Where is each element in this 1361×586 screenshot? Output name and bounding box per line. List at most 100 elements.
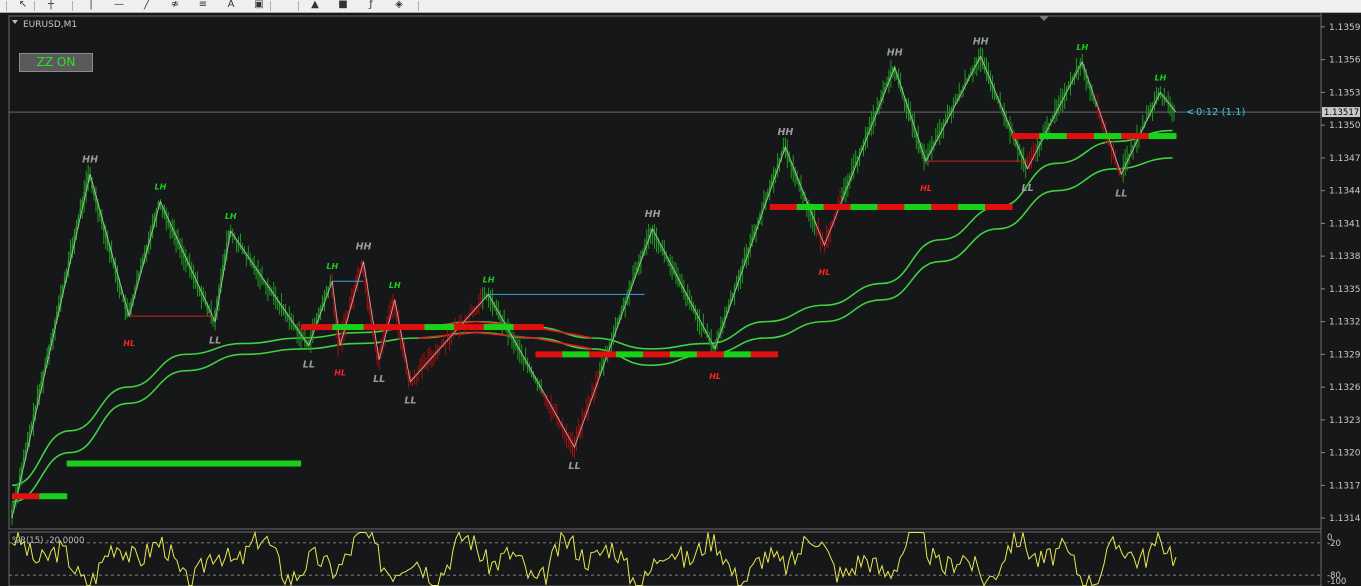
oscillator-label: %R(15) -20.0000: [12, 536, 84, 546]
level-bar-segment: [723, 351, 752, 358]
price-tick-label: 1.13295: [1329, 350, 1361, 360]
toolbar-separator: [6, 1, 7, 11]
swing-label-hh: HH: [356, 242, 372, 253]
swing-label-ll: LL: [1022, 183, 1034, 194]
chart-symbol-label: EURUSD,M1: [23, 20, 77, 30]
level-bar-segment: [424, 324, 455, 331]
level-bar-segment: [513, 324, 544, 331]
countdown-arrow-icon: <: [1186, 107, 1194, 118]
price-tick-label: 1.13475: [1329, 154, 1361, 164]
level-bar-segment: [904, 204, 932, 211]
level-bar-segment: [301, 324, 333, 331]
trendline-icon[interactable]: ╱: [138, 0, 156, 11]
level-bar-segment: [769, 204, 798, 211]
oscillator-tick-label: -20: [1327, 539, 1341, 549]
swing-label-lh: LH: [326, 262, 338, 271]
text-icon[interactable]: A: [222, 0, 240, 11]
level-bar-segment: [931, 204, 959, 211]
rectangle-icon[interactable]: ■: [334, 0, 352, 11]
zz-toggle-button[interactable]: ZZ ON: [19, 53, 93, 72]
toolbar: ↖ ┼ │ — ╱ ≉ ≡ A ▣ ▲ ■ ƒ ◈: [0, 0, 1361, 13]
level-bar-segment: [589, 351, 617, 358]
level-bar: [66, 460, 302, 467]
level-bar-segment: [850, 204, 878, 211]
swing-label-ll: LL: [303, 360, 315, 371]
horizontal-line-icon[interactable]: —: [110, 0, 128, 11]
swing-label-hh: HH: [82, 154, 98, 165]
price-tick-label: 1.13265: [1329, 383, 1361, 393]
level-bar-segment: [394, 324, 425, 331]
level-bar-segment: [616, 351, 644, 358]
equidistant-channel-icon[interactable]: ≉: [166, 0, 184, 11]
toolbar-separator: [298, 1, 299, 11]
swing-label-lh: LH: [225, 212, 237, 221]
cursor-icon[interactable]: ↖: [14, 0, 32, 11]
price-tick-label: 1.13325: [1329, 318, 1361, 328]
toolbar-separator: [72, 1, 73, 11]
level-bar-segment: [985, 204, 1013, 211]
vertical-line-icon[interactable]: │: [82, 0, 100, 11]
swing-label-lh: LH: [1076, 43, 1088, 52]
price-tick-label: 1.13595: [1329, 23, 1361, 33]
level-bar-segment: [562, 351, 590, 358]
price-tick-label: 1.13385: [1329, 252, 1361, 262]
swing-label-hh: HH: [645, 209, 661, 220]
price-tick-label: 1.13445: [1329, 187, 1361, 197]
level-bar-segment: [454, 324, 485, 331]
arrow-up-icon[interactable]: ▲: [306, 0, 324, 11]
level-bar-segment: [669, 351, 698, 358]
swing-label-hl: HL: [334, 369, 346, 378]
swing-label-hh: HH: [887, 47, 903, 58]
price-tick-label: 1.13565: [1329, 56, 1361, 66]
price-tick-label: 1.13145: [1329, 514, 1361, 524]
level-bar-segment: [643, 351, 671, 358]
level-bar-segment: [1148, 133, 1177, 140]
chart-area[interactable]: EURUSD,M1 1.13595 1.13565 1.13535 1.13505 1.1…: [0, 13, 1361, 586]
price-tick-label: 1.13205: [1329, 449, 1361, 459]
level-bar-segment: [1066, 133, 1095, 140]
level-bar-segment: [958, 204, 986, 211]
level-bar-segment: [363, 324, 396, 331]
swing-label-hh: HH: [777, 127, 793, 138]
level-bar-segment: [877, 204, 905, 211]
level-bar-segment: [1011, 133, 1040, 140]
price-tick-label: 1.13355: [1329, 285, 1361, 295]
toolbar-separator: [418, 1, 419, 11]
shapes-icon[interactable]: ƒ: [362, 0, 380, 11]
swing-label-lh: LH: [1154, 73, 1166, 82]
fibonacci-icon[interactable]: ≡: [194, 0, 212, 11]
swing-label-hl: HL: [123, 339, 135, 348]
level-bar-segment: [12, 493, 40, 500]
more-objects-icon[interactable]: ◈: [390, 0, 408, 11]
level-bar-segment: [1039, 133, 1068, 140]
level-bar-segment: [1121, 133, 1150, 140]
swing-label-hl: HL: [819, 268, 831, 277]
swing-label-hh: HH: [973, 36, 989, 47]
swing-label-lh: LH: [483, 275, 495, 284]
price-tick-label: 1.13535: [1329, 88, 1361, 98]
price-tick-label: 1.13505: [1329, 121, 1361, 131]
toolbar-separator: [270, 1, 271, 11]
swing-label-lh: LH: [155, 183, 167, 192]
swing-label-ll: LL: [568, 461, 580, 472]
toolbar-separator: [34, 1, 35, 11]
level-bar-segment: [823, 204, 851, 211]
level-bar-segment: [39, 493, 68, 500]
text-label-icon[interactable]: ▣: [250, 0, 268, 11]
swing-label-lh: LH: [389, 281, 401, 290]
bar-countdown-label: 0:12 (1.1): [1196, 107, 1245, 118]
level-bar-segment: [796, 204, 825, 211]
swing-label-ll: LL: [209, 336, 221, 347]
current-price-label: 1.13517: [1324, 108, 1359, 118]
swing-label-ll: LL: [1115, 188, 1127, 199]
oscillator-tick-label: -100: [1327, 577, 1346, 586]
price-tick-label: 1.13175: [1329, 481, 1361, 491]
level-bar-segment: [1093, 133, 1122, 140]
level-bar-segment: [332, 324, 365, 331]
swing-label-ll: LL: [404, 396, 416, 407]
crosshair-icon[interactable]: ┼: [42, 0, 60, 11]
price-tick-label: 1.13235: [1329, 416, 1361, 426]
swing-label-hl: HL: [920, 184, 932, 193]
level-bar-segment: [696, 351, 725, 358]
swing-label-hl: HL: [709, 372, 721, 381]
